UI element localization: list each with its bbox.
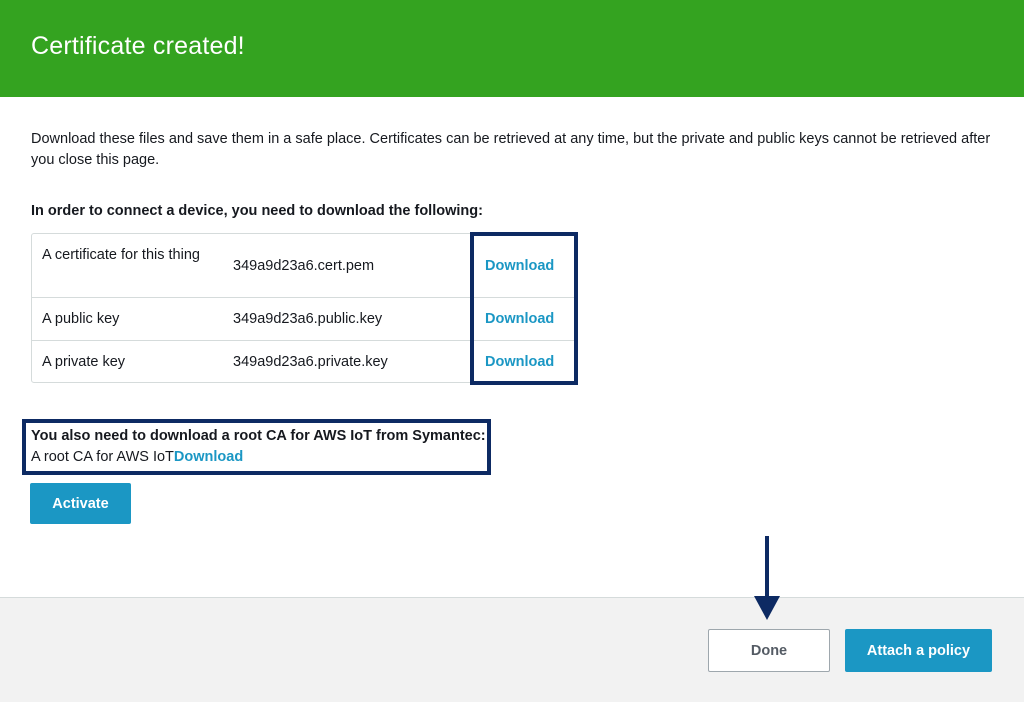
download-root-ca-link[interactable]: Download bbox=[174, 449, 243, 465]
header-banner: Certificate created! bbox=[0, 0, 1024, 97]
file-name: 349a9d23a6.private.key bbox=[233, 354, 388, 370]
certificate-created-page: Certificate created! Download these file… bbox=[0, 0, 1024, 702]
root-ca-heading: You also need to download a root CA for … bbox=[31, 428, 486, 444]
download-column-highlight bbox=[470, 232, 578, 385]
downloads-heading: In order to connect a device, you need t… bbox=[31, 203, 483, 219]
file-name: 349a9d23a6.cert.pem bbox=[233, 258, 375, 274]
arrow-down-icon bbox=[754, 536, 780, 620]
file-name: 349a9d23a6.public.key bbox=[233, 311, 383, 327]
root-ca-label: A root CA for AWS IoT bbox=[31, 449, 174, 465]
activate-button[interactable]: Activate bbox=[30, 483, 131, 524]
attach-policy-button[interactable]: Attach a policy bbox=[845, 629, 992, 672]
page-title: Certificate created! bbox=[31, 32, 245, 60]
intro-text: Download these files and save them in a … bbox=[31, 131, 991, 168]
file-description: A public key bbox=[42, 311, 120, 327]
root-ca-row: A root CA for AWS IoTDownload bbox=[31, 449, 243, 465]
file-description: A private key bbox=[42, 354, 126, 370]
file-description: A certificate for this thing bbox=[42, 247, 200, 263]
done-button[interactable]: Done bbox=[708, 629, 830, 672]
